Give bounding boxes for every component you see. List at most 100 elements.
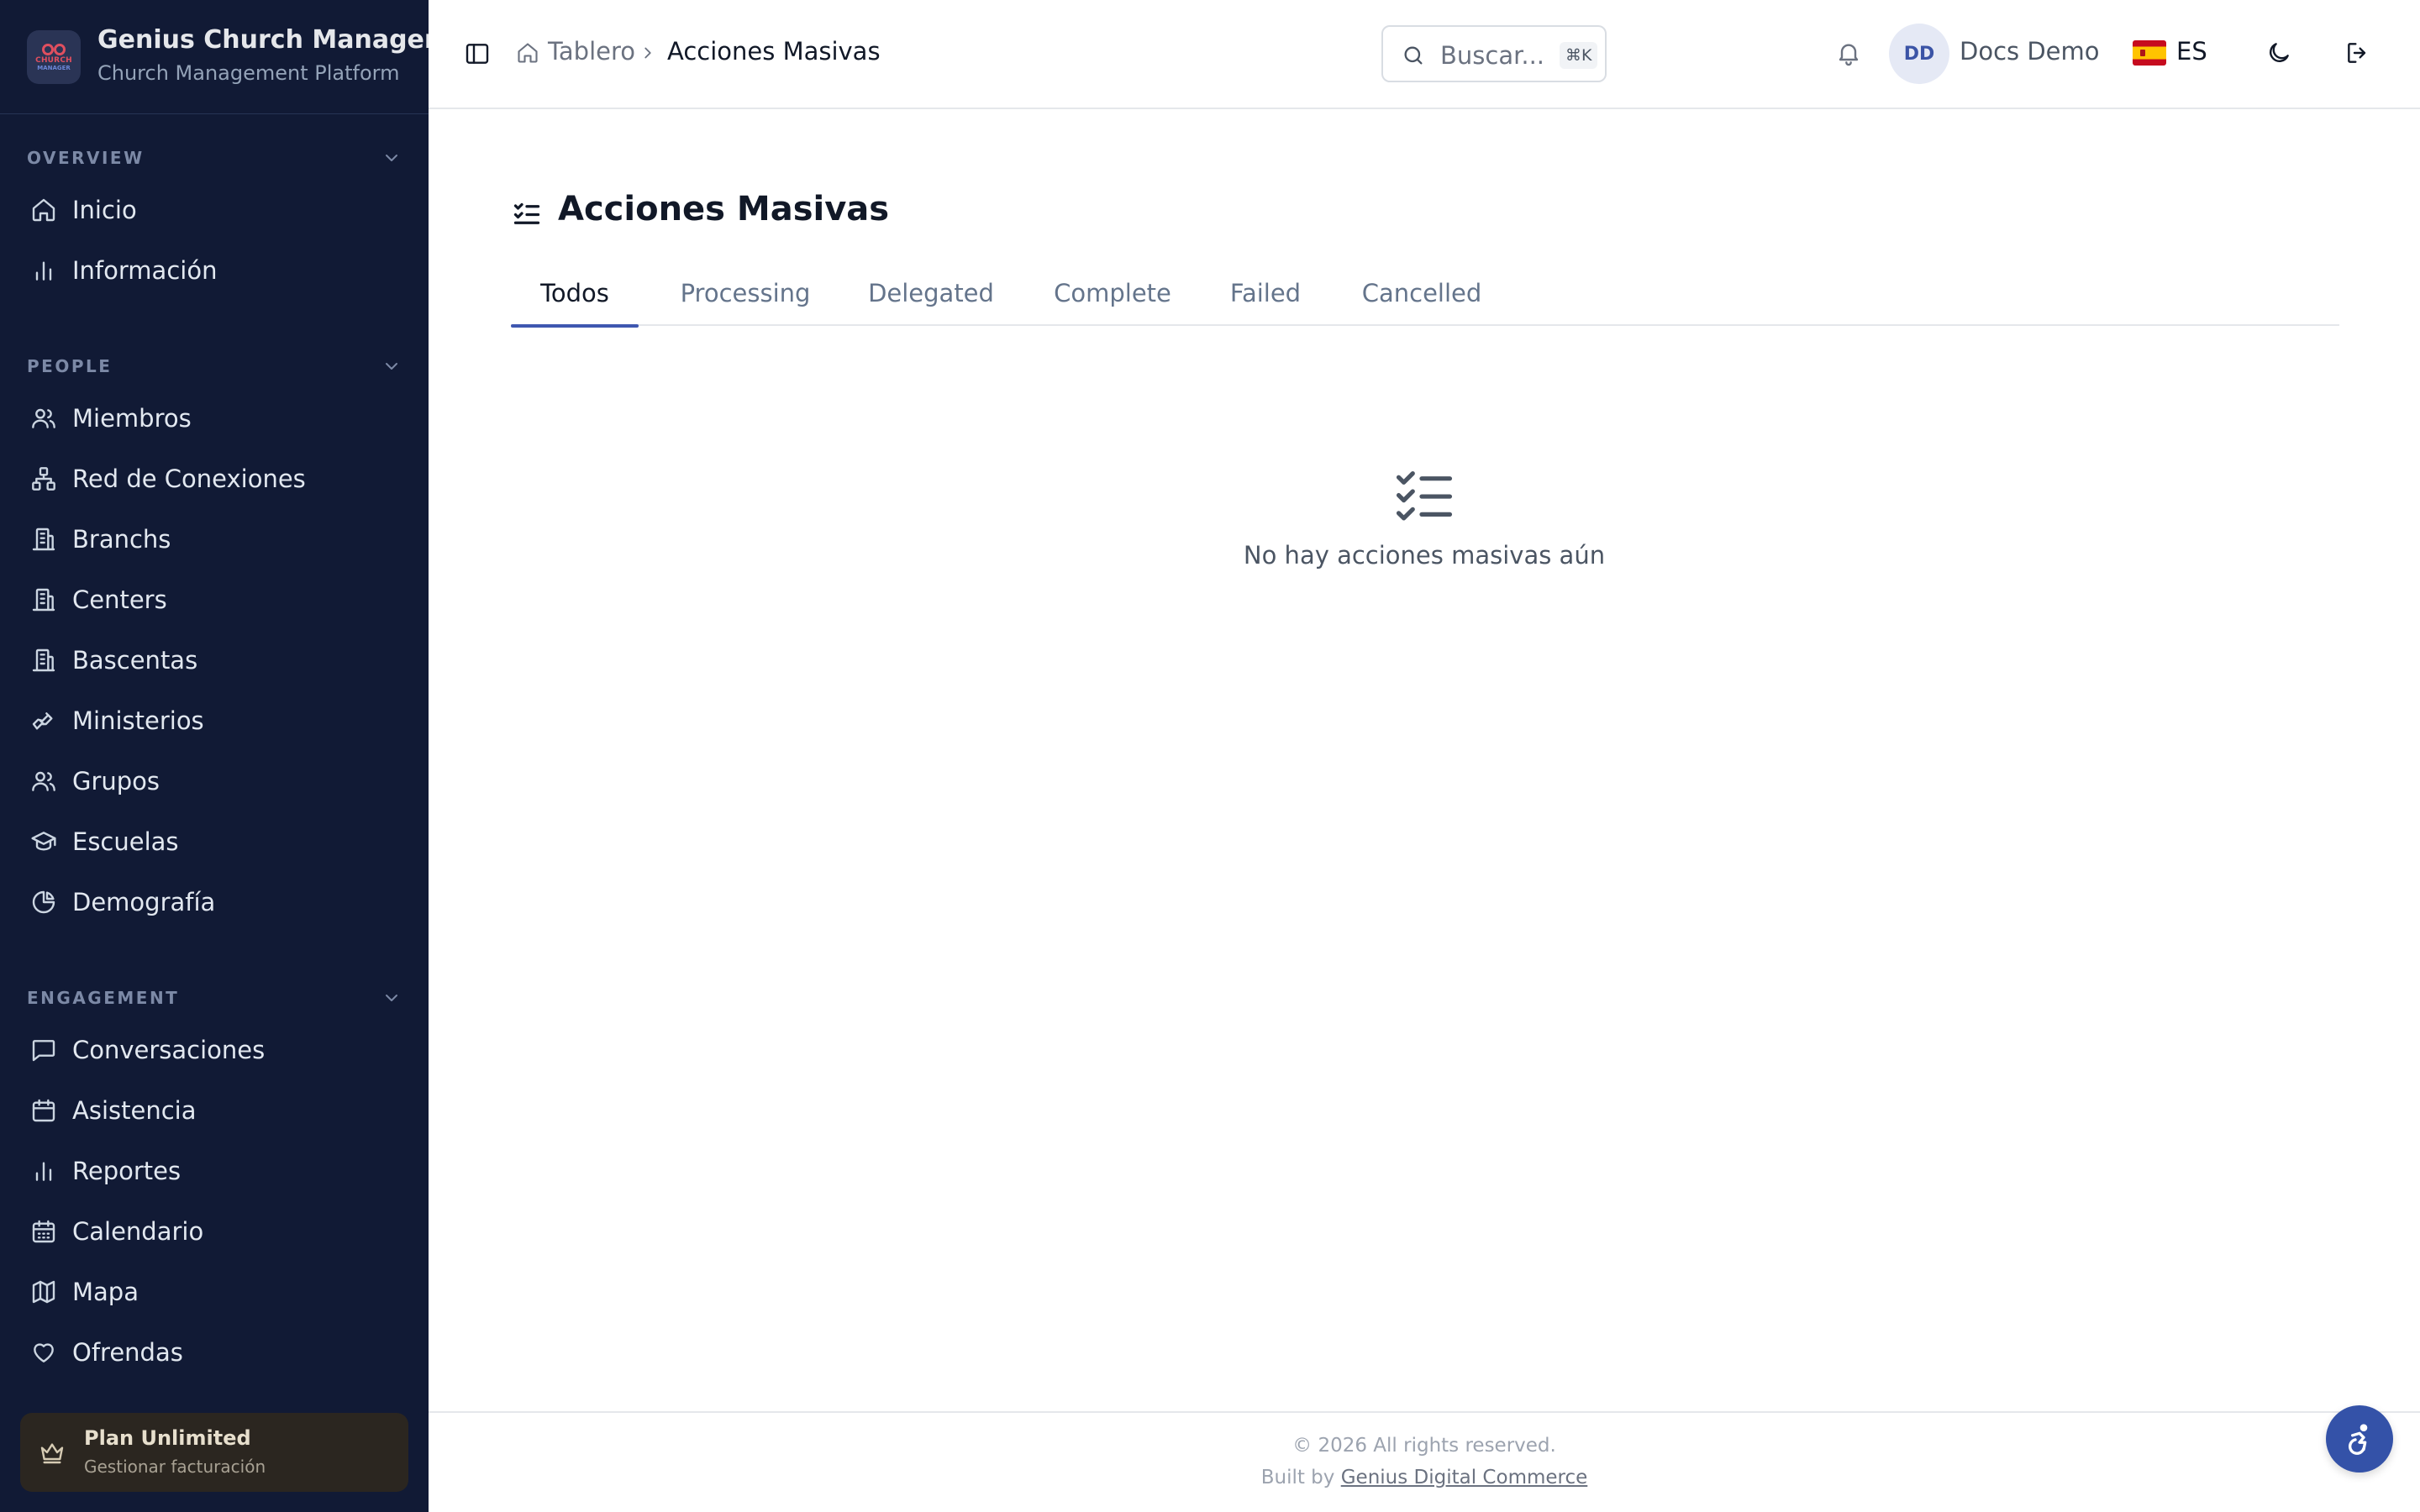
sidebar-item-label: Bascentas — [72, 646, 198, 675]
sidebar-item-bascentas[interactable]: Bascentas — [17, 635, 412, 685]
building-icon — [30, 586, 57, 613]
sidebar-item-informacion[interactable]: Información — [17, 245, 412, 296]
message-square-icon — [30, 1037, 57, 1063]
sidebar-item-mapa[interactable]: Mapa — [17, 1267, 412, 1317]
sidebar-item-label: Demografía — [72, 888, 216, 916]
tab-delegated[interactable]: Delegated — [845, 260, 1017, 326]
language-selector[interactable]: ES — [2176, 37, 2207, 66]
calendar-days-icon — [30, 1218, 57, 1245]
calendar-icon — [30, 1097, 57, 1124]
sidebar-item-ministerios[interactable]: Ministerios — [17, 696, 412, 746]
section-engagement[interactable]: ENGAGEMENT — [27, 981, 402, 1015]
sidebar-item-escuelas[interactable]: Escuelas — [17, 816, 412, 867]
sidebar-item-label: Escuelas — [72, 827, 179, 856]
sidebar-item-label: Información — [72, 256, 218, 285]
sidebar-item-centers[interactable]: Centers — [17, 575, 412, 625]
sidebar-item-ofrendas[interactable]: Ofrendas — [17, 1327, 412, 1378]
sidebar-item-grupos[interactable]: Grupos — [17, 756, 412, 806]
sidebar-toggle-icon[interactable] — [464, 40, 491, 67]
sidebar-item-conversaciones[interactable]: Conversaciones — [17, 1025, 412, 1075]
search-icon — [1402, 44, 1425, 67]
sidebar-item-label: Ministerios — [72, 706, 204, 735]
search-input[interactable]: Buscar... ⌘K — [1381, 25, 1607, 82]
spain-flag-icon[interactable] — [2133, 40, 2166, 66]
breadcrumb-current: Acciones Masivas — [667, 37, 881, 66]
built-by-prefix: Built by — [1260, 1467, 1335, 1488]
sidebar-item-label: Mapa — [72, 1278, 139, 1306]
sidebar-item-reportes[interactable]: Reportes — [17, 1146, 412, 1196]
sidebar: CHURCH MANAGER Genius Church Manager Chu… — [0, 0, 437, 1512]
sidebar-item-label: Miembros — [72, 404, 192, 433]
section-label: OVERVIEW — [27, 148, 145, 168]
section-label: PEOPLE — [27, 356, 113, 376]
hand-heart-icon — [30, 707, 57, 734]
logo-text-bottom: MANAGER — [37, 65, 71, 71]
graduation-cap-icon — [30, 828, 57, 855]
moon-icon[interactable] — [2265, 39, 2292, 66]
section-label: ENGAGEMENT — [27, 988, 180, 1008]
chevron-down-icon — [381, 148, 402, 168]
users-icon — [30, 405, 57, 432]
sidebar-item-calendario[interactable]: Calendario — [17, 1206, 412, 1257]
search-placeholder: Buscar... — [1440, 41, 1545, 70]
page-title: Acciones Masivas — [558, 190, 890, 228]
app-subtitle: Church Management Platform — [97, 61, 400, 85]
sidebar-item-asistencia[interactable]: Asistencia — [17, 1085, 412, 1136]
tab-processing[interactable]: Processing — [657, 260, 834, 326]
search-shortcut: ⌘K — [1560, 42, 1598, 69]
sidebar-item-label: Branchs — [72, 525, 171, 554]
sidebar-item-branchs[interactable]: Branchs — [17, 514, 412, 564]
user-name[interactable]: Docs Demo — [1960, 37, 2100, 66]
chevron-down-icon — [381, 988, 402, 1008]
empty-state-message: No hay acciones masivas aún — [1243, 541, 1606, 570]
plan-billing-card[interactable]: Plan Unlimited Gestionar facturación — [20, 1413, 408, 1492]
home-icon — [30, 197, 57, 223]
sidebar-item-label: Centers — [72, 585, 167, 614]
tab-complete[interactable]: Complete — [1032, 260, 1193, 326]
sidebar-item-label: Inicio — [72, 196, 137, 224]
sidebar-item-demografia[interactable]: Demografía — [17, 877, 412, 927]
logout-icon[interactable] — [2344, 39, 2371, 66]
sidebar-item-label: Asistencia — [72, 1096, 197, 1125]
sidebar-item-red-de-conexiones[interactable]: Red de Conexiones — [17, 454, 412, 504]
breadcrumb-tablero[interactable]: Tablero — [548, 37, 635, 66]
heart-icon — [30, 1339, 57, 1366]
section-overview[interactable]: OVERVIEW — [27, 141, 402, 175]
footer: © 2026 All rights reserved. Built by Gen… — [429, 1411, 2420, 1512]
bar-chart-icon — [30, 257, 57, 284]
list-checks-icon — [511, 198, 543, 228]
list-checks-icon — [1393, 467, 1455, 521]
sidebar-item-label: Conversaciones — [72, 1036, 266, 1064]
app-title: Genius Church Manager — [97, 25, 437, 55]
building-icon — [30, 647, 57, 674]
accessibility-icon — [2343, 1422, 2376, 1456]
bell-icon[interactable] — [1835, 39, 1862, 66]
sidebar-item-label: Grupos — [72, 767, 160, 795]
network-icon — [30, 465, 57, 492]
logo-text-top: CHURCH — [35, 56, 72, 65]
topbar: Tablero Acciones Masivas Buscar... ⌘K DD… — [429, 0, 2420, 109]
tab-todos[interactable]: Todos — [511, 260, 639, 328]
sidebar-item-inicio[interactable]: Inicio — [17, 185, 412, 235]
built-by-link[interactable]: Genius Digital Commerce — [1341, 1467, 1588, 1488]
copyright-text: © 2026 All rights reserved. — [1292, 1435, 1556, 1457]
avatar[interactable]: DD — [1889, 24, 1949, 84]
tab-cancelled[interactable]: Cancelled — [1339, 260, 1504, 326]
tab-failed[interactable]: Failed — [1208, 260, 1323, 326]
sidebar-item-miembros[interactable]: Miembros — [17, 393, 412, 444]
map-icon — [30, 1278, 57, 1305]
building-icon — [30, 526, 57, 553]
sidebar-item-label: Red de Conexiones — [72, 465, 306, 493]
plan-title: Plan Unlimited — [84, 1426, 251, 1450]
chevron-down-icon — [381, 356, 402, 376]
home-icon[interactable] — [516, 41, 539, 65]
section-people[interactable]: PEOPLE — [27, 349, 402, 383]
built-by: Built by Genius Digital Commerce — [429, 1467, 2420, 1488]
tabs: Todos Processing Delegated Complete Fail… — [511, 260, 2339, 328]
crown-icon — [39, 1439, 66, 1466]
sidebar-item-label: Calendario — [72, 1217, 204, 1246]
accessibility-button[interactable] — [2326, 1405, 2393, 1473]
app-logo: CHURCH MANAGER — [27, 30, 81, 84]
plan-subtitle: Gestionar facturación — [84, 1457, 266, 1477]
brand-header[interactable]: CHURCH MANAGER Genius Church Manager Chu… — [0, 0, 437, 114]
